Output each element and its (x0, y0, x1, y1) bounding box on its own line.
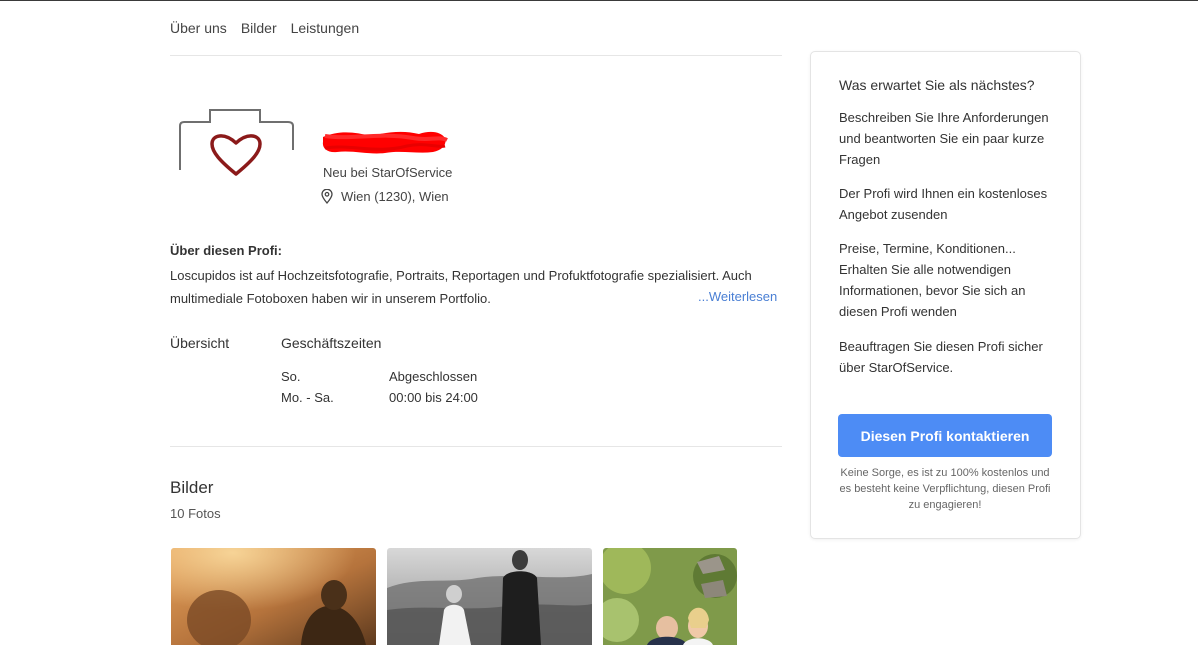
next-steps-card: Was erwartet Sie als nächstes? Beschreib… (810, 51, 1081, 539)
hours-time: 00:00 bis 24:00 (389, 390, 478, 405)
nav-ueber-uns[interactable]: Über uns (170, 20, 227, 36)
top-border (0, 0, 1198, 1)
profile-location: Wien (1230), Wien (321, 189, 449, 204)
section-divider (170, 446, 782, 447)
nav-divider (170, 55, 782, 56)
gallery-photo-1[interactable] (171, 548, 376, 645)
redacted-profile-name (321, 128, 449, 161)
heart-icon (210, 134, 262, 176)
opening-hours: So. Abgeschlossen Mo. - Sa. 00:00 bis 24… (281, 366, 478, 408)
tab-uebersicht[interactable]: Übersicht (170, 335, 229, 351)
nav-leistungen[interactable]: Leistungen (291, 20, 360, 36)
camera-heart-logo (174, 104, 298, 185)
location-text: Wien (1230), Wien (341, 189, 449, 204)
card-paragraph: Beauftragen Sie diesen Profi sicher über… (839, 339, 1043, 375)
tab-geschaeftszeiten[interactable]: Geschäftszeiten (281, 335, 381, 351)
card-paragraph: Der Profi wird Ihnen ein kostenloses Ang… (839, 186, 1048, 222)
card-paragraph: Preise, Termine, Konditionen... Erhalten… (839, 241, 1026, 319)
hours-row: So. Abgeschlossen (281, 366, 478, 387)
hours-day: Mo. - Sa. (281, 390, 334, 405)
profile-subtitle: Neu bei StarOfService (323, 165, 453, 180)
profile-nav: Über uns Bilder Leistungen (170, 20, 359, 36)
gallery-count: 10 Fotos (170, 506, 221, 521)
contact-pro-button[interactable]: Diesen Profi kontaktieren (838, 414, 1052, 457)
hours-day: So. (281, 369, 301, 384)
nav-bilder[interactable]: Bilder (241, 20, 277, 36)
hours-row: Mo. - Sa. 00:00 bis 24:00 (281, 387, 478, 408)
gallery-photo-3[interactable] (603, 548, 737, 645)
hours-time: Abgeschlossen (389, 369, 478, 384)
map-pin-icon (321, 189, 333, 204)
card-title: Was erwartet Sie als nächstes? (839, 77, 1035, 93)
read-more-link[interactable]: ...Weiterlesen (698, 289, 777, 304)
gallery-title: Bilder (170, 478, 214, 497)
card-paragraph: Beschreiben Sie Ihre Anforderungen und b… (839, 110, 1049, 167)
about-text: Loscupidos ist auf Hochzeitsfotografie, … (170, 268, 752, 306)
gallery-photo-2[interactable] (387, 548, 592, 645)
about-title: Über diesen Profi: (170, 243, 282, 258)
no-obligation-note: Keine Sorge, es ist zu 100% kostenlos un… (839, 467, 1051, 511)
